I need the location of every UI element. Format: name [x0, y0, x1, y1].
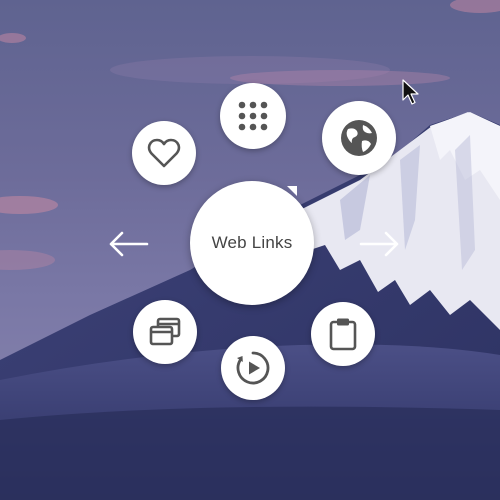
arrow-left-icon[interactable]	[107, 229, 149, 259]
play-circle-icon	[236, 351, 270, 385]
center-notch	[287, 186, 297, 196]
apps-button[interactable]	[220, 83, 286, 149]
clipboard-icon	[329, 318, 357, 351]
windows-button[interactable]	[133, 300, 197, 364]
arrow-right-icon[interactable]	[359, 229, 401, 259]
mouse-cursor-icon	[402, 79, 419, 105]
center-label: Web Links	[211, 233, 293, 252]
heart-icon	[147, 138, 181, 168]
clipboard-button[interactable]	[311, 302, 375, 366]
app-grid-icon	[238, 101, 268, 131]
media-button[interactable]	[221, 336, 285, 400]
favorites-button[interactable]	[132, 121, 196, 185]
globe-icon	[341, 120, 377, 156]
browser-button[interactable]	[322, 101, 396, 175]
center-button[interactable]: Web Links	[190, 181, 314, 305]
windows-stack-icon	[149, 317, 181, 346]
